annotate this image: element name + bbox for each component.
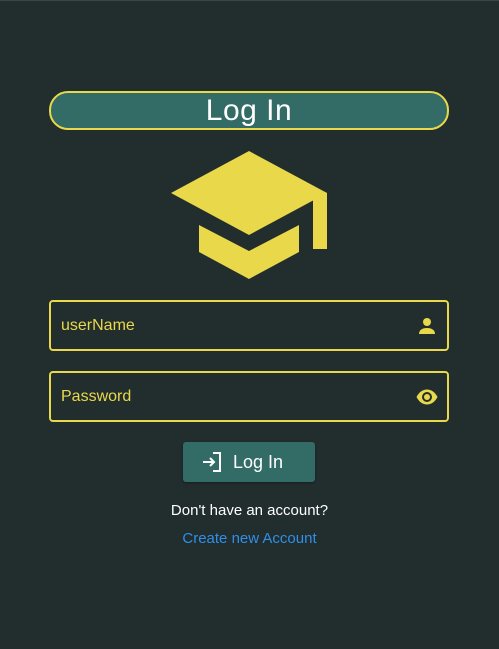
eye-icon[interactable]	[415, 385, 439, 409]
password-input[interactable]	[61, 373, 401, 420]
top-border	[0, 0, 499, 1]
login-icon	[203, 452, 221, 472]
page-title-text: Log In	[205, 93, 293, 127]
login-button[interactable]: Log In	[183, 442, 315, 482]
page-title: Log In	[49, 91, 449, 130]
person-icon	[419, 318, 435, 334]
username-input[interactable]	[61, 302, 401, 349]
login-button-label: Log In	[233, 451, 284, 472]
no-account-text: Don't have an account?	[170, 502, 329, 519]
password-field[interactable]	[49, 371, 449, 422]
graduation-cap-icon	[171, 151, 327, 279]
create-account-link[interactable]: Create new Account	[0, 530, 499, 547]
username-field[interactable]	[49, 300, 449, 351]
